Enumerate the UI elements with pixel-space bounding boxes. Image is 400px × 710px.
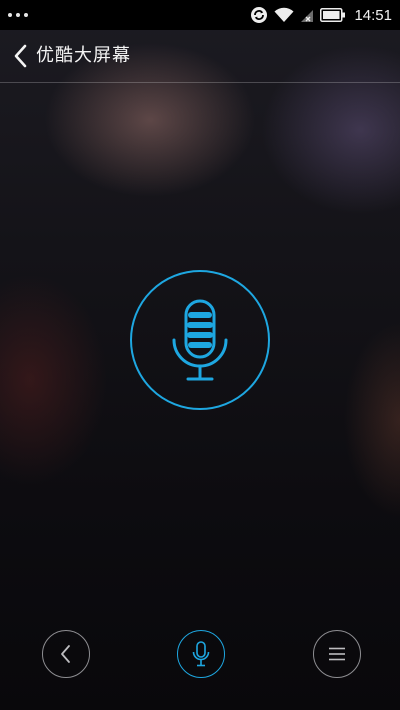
no-signal-icon [301, 10, 314, 22]
menu-button[interactable] [313, 630, 361, 678]
back-nav-button[interactable] [42, 630, 90, 678]
battery-icon [320, 8, 346, 22]
microphone-icon [172, 299, 228, 381]
microphone-icon [192, 641, 210, 667]
chevron-left-icon [14, 44, 27, 68]
voice-tab-button[interactable] [177, 630, 225, 678]
status-time: 14:51 [354, 6, 392, 24]
status-icons: 14:51 [250, 4, 392, 26]
voice-input-button[interactable] [130, 270, 270, 410]
sync-icon [251, 7, 268, 23]
wifi-icon [274, 7, 294, 22]
header: 优酷大屏幕 [0, 30, 400, 83]
menu-icon [329, 647, 345, 661]
status-bar: 14:51 [0, 0, 400, 30]
page-title: 优酷大屏幕 [36, 45, 131, 66]
chevron-left-icon [61, 645, 70, 663]
overflow-dots-icon [8, 13, 28, 17]
voice-remote-screen: 14:51 优酷大屏幕 [0, 0, 400, 710]
back-button[interactable] [6, 40, 34, 72]
